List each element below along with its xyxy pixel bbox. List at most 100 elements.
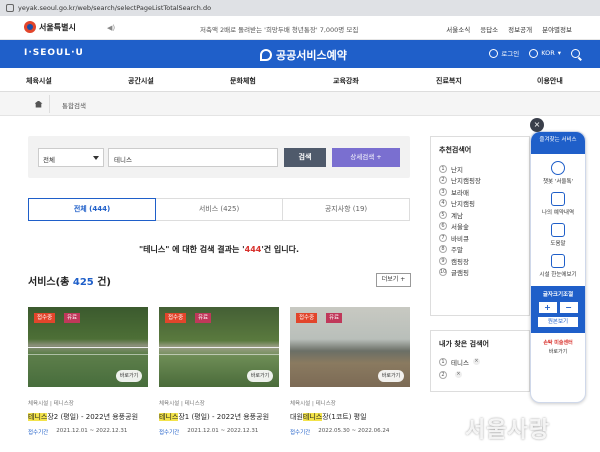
chatbot-icon <box>551 161 565 175</box>
category-select[interactable]: 전체 <box>38 148 104 167</box>
card-title[interactable]: 테니스장2 (평일) - 2022년 용풍공원 <box>28 412 148 422</box>
close-icon[interactable]: × <box>472 358 480 365</box>
list-item[interactable]: 2 난지캠핑장 <box>439 175 529 187</box>
section-title-suffix: 건) <box>93 277 111 288</box>
font-minus-button[interactable]: − <box>559 302 578 313</box>
iseoul-logo[interactable]: I·SEOUL·U <box>24 48 84 58</box>
quick-item-facilities[interactable]: 시설 한눈에보기 <box>531 254 585 278</box>
list-item[interactable]: 3 보라매 <box>439 186 529 198</box>
user-icon <box>489 48 499 58</box>
advanced-search-button[interactable]: 상세검색 + <box>332 148 400 167</box>
lock-icon <box>6 4 14 12</box>
shortcut-button[interactable]: 바로가기 <box>378 370 404 382</box>
search-input[interactable]: 테니스 <box>108 148 278 167</box>
tab-notice[interactable]: 공지사항 (19) <box>283 198 410 221</box>
nav-item-guide[interactable]: 이용안내 <box>537 76 563 86</box>
language-label: KOR <box>541 49 555 57</box>
language-select[interactable]: KOR ▾ <box>529 48 561 58</box>
brand-icon <box>260 49 272 61</box>
util-link-disclosure[interactable]: 정보공개 <box>508 24 532 34</box>
rank-number: 8 <box>439 245 447 254</box>
section-title-count: 425 <box>72 277 94 288</box>
quick-item-help[interactable]: 도움말 <box>531 223 585 247</box>
result-suffix: '건 입니다. <box>261 245 300 254</box>
card-image[interactable]: 접수중 유료 바로가기 <box>159 307 279 387</box>
nav-item-space[interactable]: 공간시설 <box>128 76 154 86</box>
tab-service[interactable]: 서비스 (425) <box>156 198 283 221</box>
recommend-list: 1 난지 2 난지캠핑장 3 보라매 4 난지캠핑 5 계남 6 서울숲 7 바비큐 8 주말 … <box>439 163 529 278</box>
chevron-down-icon: ▾ <box>557 49 561 57</box>
quick-item-chatbot[interactable]: 챗봇 '서울톡' <box>531 161 585 185</box>
rank-number: 7 <box>439 233 447 242</box>
card-category: 체육시설 | 테니스장 <box>290 401 336 407</box>
browser-urlbar[interactable]: yeyak.seoul.go.kr/web/search/selectPageL… <box>0 0 600 16</box>
shortcut-button[interactable]: 바로가기 <box>247 370 273 382</box>
keyword-label: 서울숲 <box>451 223 469 232</box>
tab-all[interactable]: 전체 (444) <box>28 198 156 221</box>
card-title[interactable]: 대원테니스장(1코트) 평일 <box>290 412 410 422</box>
seoul-logo[interactable]: 서울특별시 <box>24 21 76 33</box>
status-badge: 접수중 <box>34 313 56 323</box>
question-icon <box>551 223 565 237</box>
main-nav: 체육시설 공간시설 문화체험 교육강좌 진료복지 이용안내 <box>0 68 600 92</box>
nav-item-education[interactable]: 교육강좌 <box>333 76 359 86</box>
list-item[interactable]: 8 주말 <box>439 244 529 256</box>
search-panel: 전체 테니스 검색 상세검색 + <box>28 136 410 178</box>
keyword-label: 캠핑장 <box>451 257 469 266</box>
list-item[interactable]: 4 난지캠핑 <box>439 198 529 210</box>
util-link-info[interactable]: 분야별정보 <box>542 24 572 34</box>
rank-number: 2 <box>439 176 447 185</box>
font-reset-button[interactable]: 원본보기 <box>538 317 578 327</box>
monitor-icon <box>551 192 565 206</box>
quick-menu-close-button[interactable]: × <box>530 118 544 132</box>
brand-logo[interactable]: 공공서비스예약 <box>260 47 347 63</box>
nav-item-medical[interactable]: 진료복지 <box>436 76 462 86</box>
service-card[interactable]: 접수중 유료 바로가기 체육시설 | 테니스장 테니스장1 (평일) - 202… <box>159 307 279 452</box>
font-plus-button[interactable]: + <box>538 302 557 313</box>
rank-number: 10 <box>439 268 447 277</box>
rank-number: 9 <box>439 256 447 265</box>
keyword-label: 난지캠핑 <box>451 200 475 209</box>
util-link-news[interactable]: 서울소식 <box>446 24 470 34</box>
recommend-title: 추천검색어 <box>439 146 472 154</box>
notice-text[interactable]: 저축액 2배로 돌려받는 '희망두배 청년통장' 7,000명 모집 <box>200 24 358 34</box>
service-card[interactable]: 접수중 유료 바로가기 체육시설 | 테니스장 테니스장2 (평일) - 202… <box>28 307 148 452</box>
speaker-icon[interactable]: ◀) <box>107 24 115 32</box>
more-button[interactable]: 더보기 + <box>376 273 411 287</box>
util-link-response[interactable]: 응답소 <box>480 24 498 34</box>
login-button[interactable]: 로그인 <box>489 48 519 58</box>
brand-text: 공공서비스예약 <box>276 49 347 62</box>
shortcut-button[interactable]: 바로가기 <box>116 370 142 382</box>
keyword-label: 글램핑 <box>451 269 469 278</box>
search-icon[interactable] <box>571 48 580 58</box>
url-text[interactable]: yeyak.seoul.go.kr/web/search/selectPageL… <box>18 4 211 12</box>
quick-footer-logo[interactable]: 손탁 미술센터 <box>531 339 585 346</box>
top-strip: 서울특별시 ◀) 저축액 2배로 돌려받는 '희망두배 청년통장' 7,000명… <box>0 16 600 40</box>
search-button[interactable]: 검색 <box>284 148 326 167</box>
tennis-net <box>159 347 279 355</box>
close-icon[interactable]: × <box>455 371 462 378</box>
list-item[interactable]: 6 서울숲 <box>439 221 529 233</box>
list-item[interactable]: 1 테니스 × <box>439 355 529 368</box>
card-title[interactable]: 테니스장1 (평일) - 2022년 용풍공원 <box>159 412 279 422</box>
card-image[interactable]: 접수중 유료 바로가기 <box>290 307 410 387</box>
list-item[interactable]: 2 × <box>439 368 529 381</box>
list-item[interactable]: 10 글램핑 <box>439 267 529 279</box>
list-item[interactable]: 5 계남 <box>439 209 529 221</box>
nav-item-sports[interactable]: 체육시설 <box>26 76 52 86</box>
service-card[interactable]: 접수중 유료 바로가기 체육시설 | 테니스장 대원테니스장(1코트) 평일 접… <box>290 307 410 452</box>
card-period: 접수기간 2021.12.01 ~ 2022.12.31 <box>28 428 148 436</box>
header-actions: 로그인 KOR ▾ <box>489 48 580 58</box>
list-item[interactable]: 9 캠핑장 <box>439 255 529 267</box>
quick-footer-link[interactable]: 바로가기 <box>531 348 585 355</box>
nav-item-culture[interactable]: 문화체험 <box>230 76 256 86</box>
list-item[interactable]: 7 바비큐 <box>439 232 529 244</box>
quick-item-reservations[interactable]: 나의 예약내역 <box>531 192 585 216</box>
home-button[interactable] <box>28 95 50 113</box>
list-item[interactable]: 1 난지 <box>439 163 529 175</box>
card-title-highlight: 테니스 <box>302 413 323 421</box>
card-image[interactable]: 접수중 유료 바로가기 <box>28 307 148 387</box>
keyword-label: 주말 <box>451 246 463 255</box>
rank-number: 3 <box>439 187 447 196</box>
quick-item-label: 시설 한눈에보기 <box>539 272 577 278</box>
